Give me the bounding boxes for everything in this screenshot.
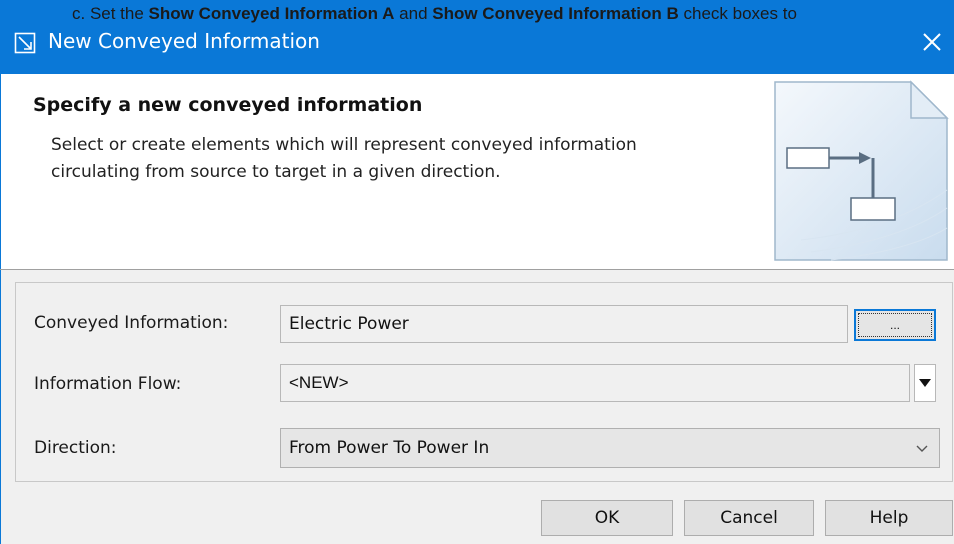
header-description: Select or create elements which will rep…: [51, 135, 637, 182]
dialog-icon: [14, 32, 36, 54]
information-flow-field[interactable]: <NEW>: [280, 364, 910, 402]
cancel-button[interactable]: Cancel: [684, 500, 814, 536]
caption-bold-1: Show Conveyed Information A: [148, 4, 395, 23]
caption-suffix: check boxes to: [678, 4, 797, 23]
browse-button[interactable]: ...: [854, 309, 936, 341]
help-button[interactable]: Help: [825, 500, 953, 536]
ok-button[interactable]: OK: [541, 500, 673, 536]
information-flow-label: Information Flow:: [34, 374, 182, 394]
caption-bold-2: Show Conveyed Information B: [432, 4, 679, 23]
document-diagram-icon: [774, 80, 949, 261]
dialog-header: Specify a new conveyed information Selec…: [0, 74, 954, 269]
header-title: Specify a new conveyed information: [33, 94, 423, 116]
close-button[interactable]: [910, 24, 954, 60]
conveyed-information-field[interactable]: Electric Power: [280, 305, 848, 343]
caption-prefix: c. Set the: [72, 4, 149, 23]
background-caption: c. Set the Show Conveyed Information A a…: [72, 4, 797, 24]
conveyed-information-label: Conveyed Information:: [34, 313, 229, 333]
window-title: New Conveyed Information: [48, 29, 320, 53]
information-flow-dropdown-button[interactable]: [914, 364, 936, 402]
direction-label: Direction:: [34, 438, 117, 458]
caption-mid: and: [394, 4, 433, 23]
browse-button-label: ...: [858, 313, 932, 337]
close-icon: [923, 33, 941, 51]
triangle-down-icon: [919, 379, 931, 387]
chevron-down-icon: [916, 445, 928, 452]
direction-value: From Power To Power In: [289, 438, 490, 458]
direction-select[interactable]: From Power To Power In: [280, 428, 940, 468]
